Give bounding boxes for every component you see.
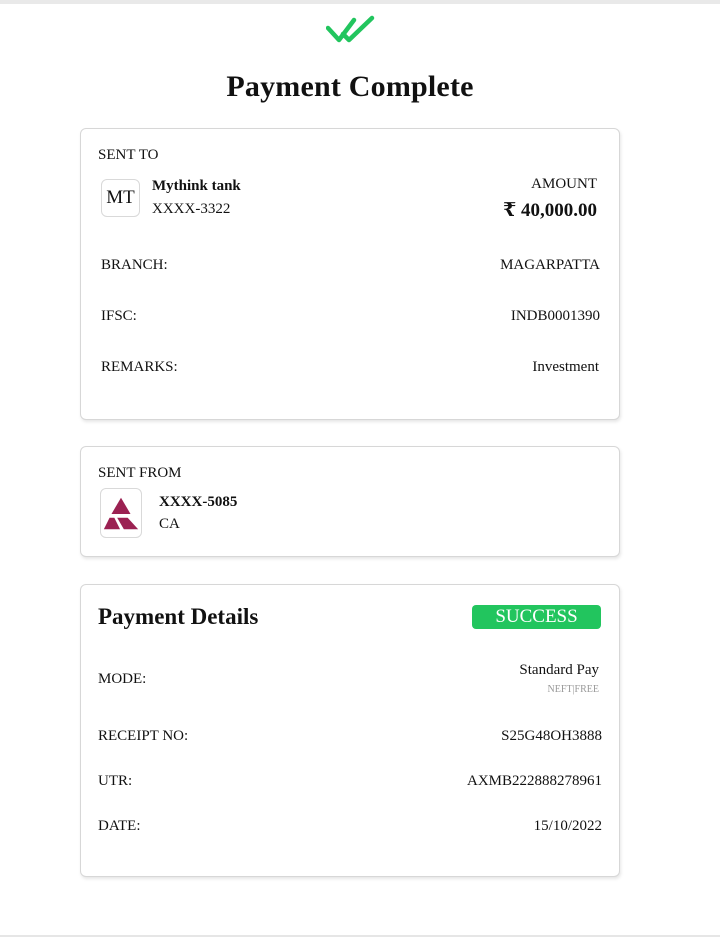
date-label: DATE:: [98, 818, 141, 834]
status-badge: SUCCESS: [472, 605, 601, 629]
source-account: XXXX-5085: [159, 494, 238, 510]
receipt-value: S25G48OH3888: [501, 728, 602, 744]
payment-receipt-screen: Payment Complete SENT TO MT Mythink tank…: [0, 0, 720, 937]
utr-value: AXMB222888278961: [466, 773, 602, 789]
page-title: Payment Complete: [226, 70, 474, 103]
sent-to-card: SENT TO MT Mythink tank XXXX-3322 AMOUNT…: [80, 128, 620, 420]
axis-bank-logo-icon: [100, 488, 142, 538]
sent-from-label: SENT FROM: [98, 465, 182, 481]
amount-value: ₹ 40,000.00: [503, 200, 597, 221]
payment-details-card: Payment Details SUCCESS MODE: Standard P…: [80, 584, 620, 877]
mode-subtext: NEFT|FREE: [547, 684, 599, 695]
utr-label: UTR:: [98, 773, 133, 789]
date-value: 15/10/2022: [533, 818, 602, 834]
branch-value: MAGARPATTA: [500, 257, 600, 273]
ifsc-value: INDB0001390: [510, 308, 600, 324]
receipt-label: RECEIPT NO:: [98, 728, 189, 744]
avatar: MT: [101, 179, 140, 217]
mode-label: MODE:: [98, 671, 147, 687]
double-check-icon: [326, 15, 375, 43]
source-account-type: CA: [159, 516, 180, 532]
recipient-account: XXXX-3322: [152, 201, 231, 217]
payment-details-title: Payment Details: [98, 604, 259, 629]
top-divider: [0, 0, 720, 4]
sent-to-label: SENT TO: [98, 147, 159, 163]
ifsc-label: IFSC:: [101, 308, 137, 324]
recipient-name: Mythink tank: [152, 178, 241, 194]
remarks-value: Investment: [532, 359, 599, 375]
mode-value: Standard Pay: [519, 662, 599, 678]
amount-label: AMOUNT: [531, 176, 597, 192]
branch-label: BRANCH:: [101, 257, 168, 273]
remarks-label: REMARKS:: [101, 359, 178, 375]
sent-from-card: SENT FROM XXXX-5085 CA: [80, 446, 620, 557]
